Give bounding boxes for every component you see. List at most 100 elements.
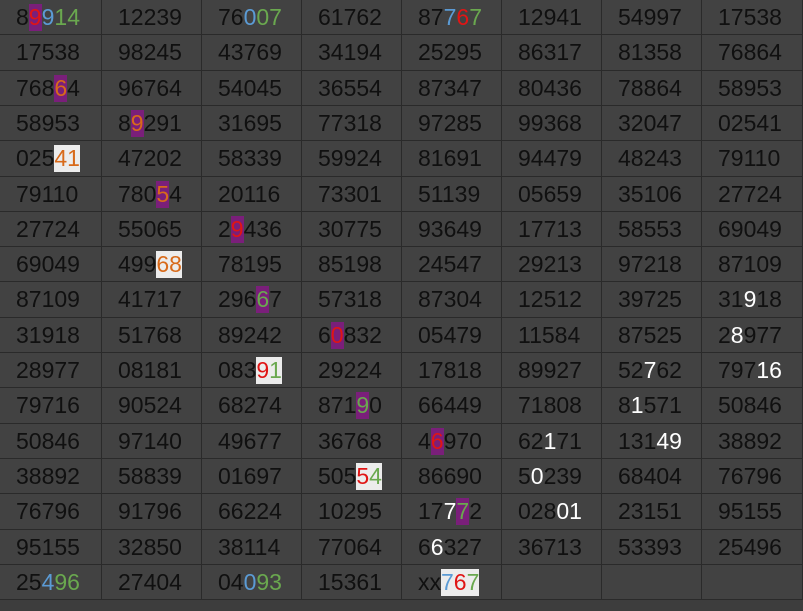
cell-r2-c7[interactable]: 81358 (602, 35, 702, 71)
cell-r3-c6[interactable]: 80436 (502, 71, 602, 106)
cell-r4-c3[interactable]: 31695 (202, 106, 302, 141)
cell-r4-c4[interactable]: 77318 (302, 106, 402, 141)
cell-r3-c5[interactable]: 87347 (402, 71, 502, 106)
cell-r15-c8[interactable]: 95155 (702, 494, 803, 530)
cell-r16-c4[interactable]: 77064 (302, 530, 402, 565)
cell-r2-c8[interactable]: 76864 (702, 35, 803, 71)
cell-r13-c6[interactable]: 62171 (502, 424, 602, 459)
cell-r8-c6[interactable]: 29213 (502, 247, 602, 282)
cell-r2-c5[interactable]: 25295 (402, 35, 502, 71)
cell-r9-c4[interactable]: 57318 (302, 282, 402, 318)
cell-r1-c3[interactable]: 76007 (202, 0, 302, 35)
cell-r12-c1[interactable]: 79716 (0, 388, 102, 424)
cell-r4-c8[interactable]: 02541 (702, 106, 803, 141)
cell-r16-c3[interactable]: 38114 (202, 530, 302, 565)
cell-r9-c6[interactable]: 12512 (502, 282, 602, 318)
cell-r11-c5[interactable]: 17818 (402, 353, 502, 388)
cell-r9-c3[interactable]: 29667 (202, 282, 302, 318)
cell-r12-c7[interactable]: 81571 (602, 388, 702, 424)
cell-r13-c8[interactable]: 38892 (702, 424, 803, 459)
cell-r6-c7[interactable]: 35106 (602, 177, 702, 212)
cell-r2-c1[interactable]: 17538 (0, 35, 102, 71)
cell-r5-c5[interactable]: 81691 (402, 141, 502, 177)
cell-r1-c2[interactable]: 12239 (102, 0, 202, 35)
cell-r5-c3[interactable]: 58339 (202, 141, 302, 177)
cell-r16-c7[interactable]: 53393 (602, 530, 702, 565)
cell-r2-c3[interactable]: 43769 (202, 35, 302, 71)
cell-r9-c2[interactable]: 41717 (102, 282, 202, 318)
cell-r11-c1[interactable]: 28977 (0, 353, 102, 388)
cell-r11-c2[interactable]: 08181 (102, 353, 202, 388)
cell-r2-c4[interactable]: 34194 (302, 35, 402, 71)
cell-r3-c4[interactable]: 36554 (302, 71, 402, 106)
cell-r8-c1[interactable]: 69049 (0, 247, 102, 282)
cell-r7-c8[interactable]: 69049 (702, 212, 803, 247)
cell-r12-c8[interactable]: 50846 (702, 388, 803, 424)
cell-r6-c3[interactable]: 20116 (202, 177, 302, 212)
cell-r15-c5[interactable]: 17772 (402, 494, 502, 530)
cell-r7-c1[interactable]: 27724 (0, 212, 102, 247)
cell-r14-c2[interactable]: 58839 (102, 459, 202, 494)
cell-r5-c6[interactable]: 94479 (502, 141, 602, 177)
cell-r17-c1[interactable]: 25496 (0, 565, 102, 600)
cell-r1-c4[interactable]: 61762 (302, 0, 402, 35)
cell-r5-c4[interactable]: 59924 (302, 141, 402, 177)
cell-r12-c6[interactable]: 71808 (502, 388, 602, 424)
cell-r14-c5[interactable]: 86690 (402, 459, 502, 494)
cell-r15-c6[interactable]: 02801 (502, 494, 602, 530)
cell-r14-c4[interactable]: 50554 (302, 459, 402, 494)
cell-r16-c2[interactable]: 32850 (102, 530, 202, 565)
cell-r15-c1[interactable]: 76796 (0, 494, 102, 530)
cell-r17-c6[interactable] (502, 565, 602, 600)
cell-r7-c6[interactable]: 17713 (502, 212, 602, 247)
cell-r17-c8[interactable] (702, 565, 803, 600)
cell-r7-c4[interactable]: 30775 (302, 212, 402, 247)
cell-r6-c2[interactable]: 78054 (102, 177, 202, 212)
cell-r2-c6[interactable]: 86317 (502, 35, 602, 71)
cell-r15-c7[interactable]: 23151 (602, 494, 702, 530)
cell-r3-c1[interactable]: 76864 (0, 71, 102, 106)
cell-r7-c3[interactable]: 29436 (202, 212, 302, 247)
cell-r8-c3[interactable]: 78195 (202, 247, 302, 282)
cell-r11-c8[interactable]: 79716 (702, 353, 803, 388)
cell-r13-c3[interactable]: 49677 (202, 424, 302, 459)
cell-r10-c7[interactable]: 87525 (602, 318, 702, 353)
cell-r11-c4[interactable]: 29224 (302, 353, 402, 388)
cell-r13-c4[interactable]: 36768 (302, 424, 402, 459)
cell-r6-c8[interactable]: 27724 (702, 177, 803, 212)
cell-r14-c8[interactable]: 76796 (702, 459, 803, 494)
cell-r2-c2[interactable]: 98245 (102, 35, 202, 71)
cell-r7-c5[interactable]: 93649 (402, 212, 502, 247)
cell-r3-c7[interactable]: 78864 (602, 71, 702, 106)
cell-r4-c1[interactable]: 58953 (0, 106, 102, 141)
cell-r4-c2[interactable]: 89291 (102, 106, 202, 141)
cell-r8-c4[interactable]: 85198 (302, 247, 402, 282)
cell-r4-c7[interactable]: 32047 (602, 106, 702, 141)
cell-r3-c2[interactable]: 96764 (102, 71, 202, 106)
cell-r13-c1[interactable]: 50846 (0, 424, 102, 459)
cell-r8-c5[interactable]: 24547 (402, 247, 502, 282)
cell-r1-c8[interactable]: 17538 (702, 0, 803, 35)
cell-r5-c7[interactable]: 48243 (602, 141, 702, 177)
cell-r4-c6[interactable]: 99368 (502, 106, 602, 141)
cell-r12-c3[interactable]: 68274 (202, 388, 302, 424)
cell-r10-c4[interactable]: 60832 (302, 318, 402, 353)
cell-r3-c8[interactable]: 58953 (702, 71, 803, 106)
cell-r17-c2[interactable]: 27404 (102, 565, 202, 600)
cell-r9-c8[interactable]: 31918 (702, 282, 803, 318)
cell-r9-c7[interactable]: 39725 (602, 282, 702, 318)
cell-r13-c2[interactable]: 97140 (102, 424, 202, 459)
cell-r11-c6[interactable]: 89927 (502, 353, 602, 388)
cell-r15-c3[interactable]: 66224 (202, 494, 302, 530)
cell-r10-c1[interactable]: 31918 (0, 318, 102, 353)
cell-r10-c8[interactable]: 28977 (702, 318, 803, 353)
cell-r17-c5[interactable]: xx767 (402, 565, 502, 600)
cell-r12-c4[interactable]: 87190 (302, 388, 402, 424)
cell-r6-c6[interactable]: 05659 (502, 177, 602, 212)
cell-r11-c7[interactable]: 52762 (602, 353, 702, 388)
cell-r17-c3[interactable]: 04093 (202, 565, 302, 600)
cell-r6-c4[interactable]: 73301 (302, 177, 402, 212)
cell-r13-c7[interactable]: 13149 (602, 424, 702, 459)
cell-r16-c8[interactable]: 25496 (702, 530, 803, 565)
cell-r1-c5[interactable]: 87767 (402, 0, 502, 35)
